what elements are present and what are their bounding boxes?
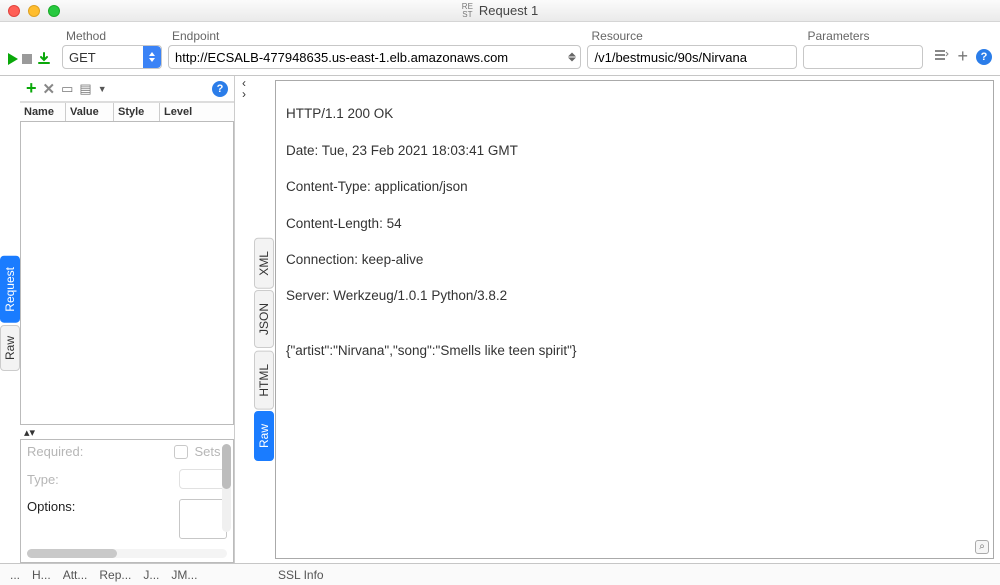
status-tab-1[interactable]: ... [10,568,20,582]
params-panel: + ✕ ▭ ▤ ▼ ? Name Value Style Level ▴▾ Re… [20,76,235,563]
status-ssl-info[interactable]: SSL Info [278,568,324,582]
endpoint-input[interactable] [175,50,574,65]
resource-label: Resource [587,29,797,43]
options-label: Options: [27,499,75,514]
type-input[interactable] [179,469,227,489]
request-toolbar: Method GET Endpoint Resource Parameters [0,22,1000,76]
window-titlebar: REST Request 1 [0,0,1000,22]
horizontal-splitter[interactable]: ‹ › [235,76,253,563]
scrollbar-vertical[interactable] [222,444,231,532]
status-tab-2[interactable]: H... [32,568,51,582]
param-tool-1-icon[interactable]: ▭ [61,81,73,97]
resource-field[interactable] [587,45,797,69]
response-raw-viewer[interactable]: HTTP/1.1 200 OK Date: Tue, 23 Feb 2021 1… [275,80,994,559]
rest-icon: REST [462,3,473,19]
response-line: {"artist":"Nirvana","song":"Smells like … [286,342,983,360]
status-bar: ... H... Att... Rep... J... JM... SSL In… [0,563,1000,585]
scrollbar-horizontal[interactable] [27,549,227,558]
config-icon[interactable] [933,47,949,67]
col-level[interactable]: Level [160,103,234,121]
param-details: Required: Sets i Type: Options: [20,439,234,563]
response-line: Server: Werkzeug/1.0.1 Python/3.8.2 [286,287,983,305]
method-select[interactable]: GET [62,45,162,69]
remove-param-button[interactable]: ✕ [43,80,56,98]
window-title: Request 1 [479,3,538,18]
col-name[interactable]: Name [20,103,66,121]
add-icon[interactable]: + [957,46,968,67]
chevron-right-icon: › [242,89,246,99]
required-label: Required: [27,444,83,459]
response-line: Content-Type: application/json [286,178,983,196]
method-value: GET [69,50,96,65]
tab-response-html[interactable]: HTML [254,351,274,410]
tab-request[interactable]: Request [0,256,20,323]
param-tool-2-icon[interactable]: ▤ [79,81,91,97]
main-area: Request Raw + ✕ ▭ ▤ ▼ ? Name Value Style… [0,76,1000,563]
params-table-body[interactable] [20,122,234,425]
status-tab-3[interactable]: Att... [63,568,88,582]
endpoint-combobox[interactable] [168,45,581,69]
tab-raw-request[interactable]: Raw [0,325,20,371]
status-tab-6[interactable]: JM... [171,568,197,582]
response-line: HTTP/1.1 200 OK [286,105,983,123]
parameters-label: Parameters [803,29,923,43]
help-icon[interactable]: ? [976,49,992,65]
status-tab-5[interactable]: J... [143,568,159,582]
status-tab-4[interactable]: Rep... [99,568,131,582]
method-label: Method [62,29,162,43]
add-param-button[interactable]: + [26,78,37,99]
tab-response-raw[interactable]: Raw [254,411,274,461]
response-line: Date: Tue, 23 Feb 2021 18:03:41 GMT [286,142,983,160]
col-style[interactable]: Style [114,103,160,121]
col-value[interactable]: Value [66,103,114,121]
response-panel: XML JSON HTML Raw HTTP/1.1 200 OK Date: … [253,76,1000,563]
endpoint-label: Endpoint [168,29,581,43]
response-line: Connection: keep-alive [286,251,983,269]
advanced-run-button[interactable] [36,51,52,67]
search-in-response-button[interactable]: ⌕ [975,540,989,554]
required-checkbox[interactable] [174,445,188,459]
select-arrows-icon [143,46,161,68]
run-button[interactable] [8,53,18,65]
response-line: Content-Length: 54 [286,215,983,233]
resource-input[interactable] [594,50,790,65]
dropdown-arrows-icon [568,53,576,62]
params-table-header: Name Value Style Level [20,102,234,122]
options-textarea[interactable] [179,499,227,539]
params-help-icon[interactable]: ? [212,81,228,97]
stop-button[interactable] [22,54,32,64]
param-tool-dropdown-icon[interactable]: ▼ [98,84,107,94]
tab-response-xml[interactable]: XML [254,238,274,289]
tab-response-json[interactable]: JSON [254,290,274,348]
parameters-input[interactable] [810,50,916,65]
panel-splitter[interactable]: ▴▾ [20,425,234,439]
type-label: Type: [27,472,59,487]
parameters-field[interactable] [803,45,923,69]
